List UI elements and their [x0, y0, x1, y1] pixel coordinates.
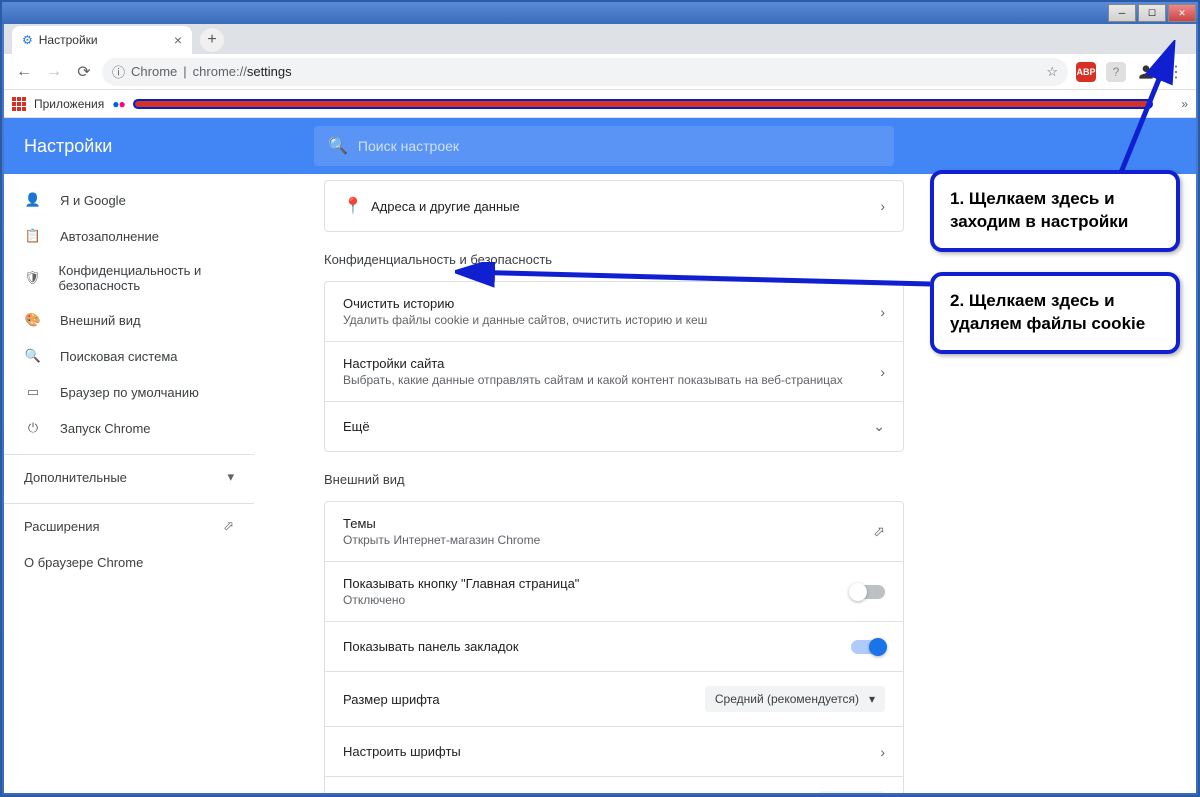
sidebar-item-on-startup[interactable]: ⏻ Запуск Chrome	[4, 410, 254, 446]
person-icon: 👤	[24, 192, 42, 208]
settings-sidebar: 👤 Я и Google 📋 Автозаполнение 🛡 Конфиден…	[4, 174, 254, 793]
sidebar-item-privacy[interactable]: 🛡 Конфиденциальность и безопасность	[4, 254, 254, 302]
sidebar-about[interactable]: О браузере Chrome	[4, 544, 254, 580]
sidebar-item-autofill[interactable]: 📋 Автозаполнение	[4, 218, 254, 254]
sidebar-advanced[interactable]: Дополнительные ▾	[4, 459, 254, 495]
bookmarks-overflow-icon[interactable]: »	[1181, 97, 1188, 111]
close-tab-icon[interactable]: ×	[174, 32, 182, 48]
home-button-toggle[interactable]	[851, 585, 885, 599]
bookmarks-bar-toggle[interactable]	[851, 640, 885, 654]
sidebar-item-label: Браузер по умолчанию	[60, 385, 199, 400]
sidebar-item-label: Поисковая система	[60, 349, 178, 364]
row-themes[interactable]: Темы Открыть Интернет-магазин Chrome ⬀	[325, 502, 903, 561]
addresses-card: 📍 Адреса и другие данные ›	[324, 180, 904, 232]
back-button[interactable]: ←	[12, 60, 36, 84]
sidebar-item-search-engine[interactable]: 🔍 Поисковая система	[4, 338, 254, 374]
new-tab-button[interactable]: +	[200, 28, 224, 52]
redacted-bookmarks	[133, 99, 1154, 109]
font-size-dropdown[interactable]: Средний (рекомендуется) ▾	[705, 686, 885, 712]
gear-icon: ⚙	[22, 33, 33, 47]
window-frame: ─ ☐ ✕ ⚙ Настройки × + ← → ⟳ ⓘ Chrome | c…	[0, 0, 1200, 797]
row-site-settings[interactable]: Настройки сайта Выбрать, какие данные от…	[325, 341, 903, 401]
sidebar-item-you-and-google[interactable]: 👤 Я и Google	[4, 182, 254, 218]
settings-main: 📍 Адреса и другие данные › Конфиденциаль…	[254, 174, 1196, 793]
settings-search-input[interactable]	[358, 138, 880, 154]
sidebar-extensions[interactable]: Расширения ⬀	[4, 508, 254, 544]
external-link-icon: ⬀	[223, 518, 234, 534]
chevron-down-icon: ▾	[227, 469, 234, 485]
browser-toolbar: ← → ⟳ ⓘ Chrome | chrome://settings ☆ ABP…	[4, 54, 1196, 90]
reload-button[interactable]: ⟳	[72, 60, 96, 84]
external-link-icon: ⬀	[873, 523, 885, 540]
chevron-right-icon: ›	[880, 744, 885, 760]
palette-icon: 🎨	[24, 312, 42, 328]
search-icon: 🔍	[24, 348, 42, 364]
settings-body: 👤 Я и Google 📋 Автозаполнение 🛡 Конфиден…	[4, 174, 1196, 793]
close-window-button[interactable]: ✕	[1168, 4, 1196, 22]
section-appearance-title: Внешний вид	[324, 472, 904, 487]
sidebar-item-label: Автозаполнение	[60, 229, 159, 244]
bookmarks-bar: Приложения ●● »	[4, 90, 1196, 118]
page-zoom-dropdown[interactable]: 100% ▾	[818, 791, 885, 793]
forward-button[interactable]: →	[42, 60, 66, 84]
apps-label[interactable]: Приложения	[34, 97, 104, 111]
appearance-card: Темы Открыть Интернет-магазин Chrome ⬀ П…	[324, 501, 904, 793]
power-icon: ⏻	[24, 420, 42, 436]
settings-title: Настройки	[4, 136, 314, 157]
row-addresses[interactable]: 📍 Адреса и другие данные ›	[325, 181, 903, 231]
row-page-zoom[interactable]: Масштабирование страницы 100% ▾	[325, 776, 903, 793]
row-font-size[interactable]: Размер шрифта Средний (рекомендуется) ▾	[325, 671, 903, 726]
address-prefix: Chrome	[131, 64, 177, 79]
tabstrip: ⚙ Настройки × +	[4, 24, 1196, 54]
shield-icon: 🛡	[24, 270, 41, 286]
maximize-button[interactable]: ☐	[1138, 4, 1166, 22]
settings-header: Настройки 🔍	[4, 118, 1196, 174]
row-home-button[interactable]: Показывать кнопку "Главная страница" Отк…	[325, 561, 903, 621]
apps-grid-icon[interactable]	[12, 97, 26, 111]
sidebar-item-appearance[interactable]: 🎨 Внешний вид	[4, 302, 254, 338]
abp-extension-icon[interactable]: ABP	[1074, 60, 1098, 84]
window-icon: ▭	[24, 384, 42, 400]
kebab-menu-icon[interactable]: ⋮	[1164, 60, 1188, 84]
row-more[interactable]: Ещё ⌄	[325, 401, 903, 451]
chevron-down-icon: ⌄	[873, 418, 885, 435]
minimize-button[interactable]: ─	[1108, 4, 1136, 22]
row-customize-fonts[interactable]: Настроить шрифты ›	[325, 726, 903, 776]
settings-search[interactable]: 🔍	[314, 126, 894, 166]
bookmark-star-icon[interactable]: ☆	[1046, 64, 1058, 80]
search-icon: 🔍	[328, 136, 348, 156]
address-host: chrome://settings	[193, 64, 292, 79]
row-bookmarks-bar[interactable]: Показывать панель закладок	[325, 621, 903, 671]
tab-title: Настройки	[39, 33, 98, 47]
tab-settings[interactable]: ⚙ Настройки ×	[12, 26, 192, 54]
sidebar-item-default-browser[interactable]: ▭ Браузер по умолчанию	[4, 374, 254, 410]
annotation-box-1: 1. Щелкаем здесь и заходим в настройки	[930, 170, 1180, 252]
profile-icon[interactable]	[1134, 60, 1158, 84]
help-extension-icon[interactable]: ?	[1104, 60, 1128, 84]
address-bar[interactable]: ⓘ Chrome | chrome://settings ☆	[102, 58, 1068, 86]
sidebar-separator	[4, 454, 254, 455]
privacy-card: Очистить историю Удалить файлы cookie и …	[324, 281, 904, 452]
chevron-right-icon: ›	[880, 304, 885, 320]
row-clear-history[interactable]: Очистить историю Удалить файлы cookie и …	[325, 282, 903, 341]
chevron-right-icon: ›	[880, 364, 885, 380]
sidebar-extensions-label: Расширения	[24, 519, 100, 534]
browser-chrome: ⚙ Настройки × + ← → ⟳ ⓘ Chrome | chrome:…	[4, 24, 1196, 793]
sidebar-item-label: Я и Google	[60, 193, 126, 208]
sidebar-item-label: Конфиденциальность и безопасность	[59, 263, 234, 293]
flickr-bookmark-icon[interactable]: ●●	[112, 97, 125, 111]
annotation-box-2: 2. Щелкаем здесь и удаляем файлы cookie	[930, 272, 1180, 354]
location-pin-icon: 📍	[343, 196, 371, 216]
sidebar-advanced-label: Дополнительные	[24, 470, 127, 485]
sidebar-separator	[4, 503, 254, 504]
chevron-right-icon: ›	[880, 198, 885, 214]
site-info-icon[interactable]: ⓘ	[112, 62, 125, 81]
sidebar-item-label: Внешний вид	[60, 313, 141, 328]
sidebar-item-label: Запуск Chrome	[60, 421, 151, 436]
section-privacy-title: Конфиденциальность и безопасность	[324, 252, 904, 267]
titlebar: ─ ☐ ✕	[2, 2, 1198, 24]
clipboard-icon: 📋	[24, 228, 42, 244]
sidebar-about-label: О браузере Chrome	[24, 555, 143, 570]
chevron-down-icon: ▾	[869, 692, 875, 706]
